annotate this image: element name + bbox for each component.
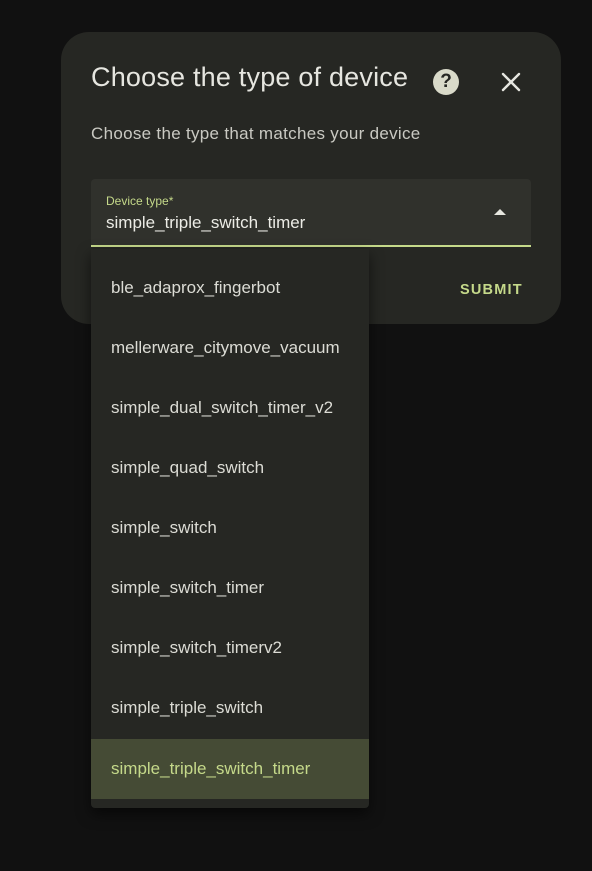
dropdown-option-simple-switch-timerv2[interactable]: simple_switch_timerv2 <box>91 618 369 678</box>
dialog-subtitle: Choose the type that matches your device <box>91 124 421 143</box>
submit-button[interactable]: SUBMIT <box>460 282 523 298</box>
device-type-dropdown: ble_adaprox_fingerbot mellerware_citymov… <box>91 249 369 808</box>
dropdown-option-simple-switch-timer[interactable]: simple_switch_timer <box>91 558 369 618</box>
dropdown-option-simple-quad-switch[interactable]: simple_quad_switch <box>91 438 369 498</box>
close-icon[interactable] <box>497 68 525 96</box>
dropdown-option-simple-switch[interactable]: simple_switch <box>91 498 369 558</box>
dropdown-option-mellerware-citymove-vacuum[interactable]: mellerware_citymove_vacuum <box>91 318 369 378</box>
dropdown-option-simple-triple-switch-timer[interactable]: simple_triple_switch_timer <box>91 739 369 799</box>
dialog-title: Choose the type of device <box>91 62 409 92</box>
select-label: Device type* <box>106 194 174 208</box>
help-icon[interactable]: ? <box>433 69 459 95</box>
caret-up-icon[interactable] <box>494 209 506 215</box>
dropdown-option-simple-dual-switch-timer-v2[interactable]: simple_dual_switch_timer_v2 <box>91 378 369 438</box>
select-value: simple_triple_switch_timer <box>106 213 306 232</box>
device-type-select[interactable]: Device type* simple_triple_switch_timer <box>91 179 531 247</box>
dropdown-option-simple-triple-switch[interactable]: simple_triple_switch <box>91 678 369 738</box>
dropdown-option-ble-adaprox-fingerbot[interactable]: ble_adaprox_fingerbot <box>91 258 369 318</box>
